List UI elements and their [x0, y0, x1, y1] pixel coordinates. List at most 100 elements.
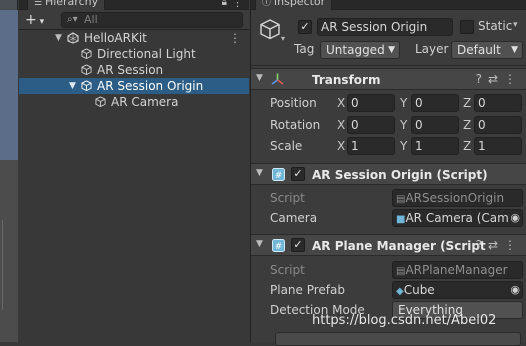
camera-object-field[interactable]: ■AR Camera (Cam ◉: [392, 209, 523, 227]
component-header-icons: ?⇄⋮: [476, 238, 522, 252]
help-icon[interactable]: ?: [476, 238, 488, 252]
svg-text:#: #: [275, 171, 283, 181]
hierarchy-tab-icon: ☰: [34, 0, 45, 8]
kebab-menu-icon[interactable]: ⋮: [232, 0, 243, 9]
x-axis-label: X: [337, 139, 346, 153]
tag-dropdown[interactable]: Untagged ▼: [320, 41, 400, 59]
z-axis-label: Z: [463, 96, 472, 110]
scale-label: Scale: [270, 139, 303, 153]
scale-y-field[interactable]: 1: [411, 137, 459, 155]
icon-picker-chevron-icon[interactable]: ▾: [281, 34, 285, 43]
script-component-icon: #: [272, 168, 285, 181]
search-icon: ⌕▾: [67, 14, 78, 25]
hierarchy-item-ar-camera[interactable]: AR Camera: [19, 94, 249, 110]
static-checkbox[interactable]: [460, 20, 474, 34]
tag-value: Untagged: [326, 43, 385, 57]
component-menu-icon[interactable]: ⋮: [504, 238, 522, 252]
position-label: Position: [270, 96, 317, 110]
origin-script-field: ▤ARSessionOrigin: [392, 189, 523, 207]
transform-axes-icon: [271, 73, 284, 85]
y-axis-label: Y: [400, 96, 408, 110]
scale-x-field[interactable]: 1: [347, 137, 395, 155]
ar-plane-manager-header[interactable]: ▼ # ✓ AR Plane Manager (Script ?⇄⋮: [251, 234, 526, 256]
add-component-button[interactable]: [275, 332, 521, 346]
script-label: Script: [270, 191, 305, 205]
object-picker-icon[interactable]: ◉: [510, 210, 520, 226]
preset-icon[interactable]: ⇄: [488, 72, 504, 86]
y-axis-label: Y: [400, 118, 408, 132]
hierarchy-tab-strip: ☰ Hierarchy 🔒︎ ⋮: [19, 0, 249, 11]
unity-scene-icon: [67, 32, 79, 44]
script-component-icon: #: [272, 239, 285, 252]
active-checkbox[interactable]: ✓: [298, 20, 312, 34]
help-icon[interactable]: ?: [476, 72, 488, 86]
ar-session-origin-header[interactable]: ▼ # ✓ AR Session Origin (Script): [251, 163, 526, 185]
hierarchy-item-label: AR Session Origin: [97, 79, 204, 93]
plane-prefab-value: Cube: [403, 283, 435, 297]
static-label: Static: [478, 19, 513, 33]
position-y-field[interactable]: 0: [411, 94, 459, 112]
x-axis-label: X: [337, 96, 346, 110]
ar-session-origin-title: AR Session Origin (Script): [312, 168, 488, 182]
component-enabled-checkbox[interactable]: ✓: [291, 238, 305, 252]
svg-text:#: #: [275, 242, 283, 252]
object-name-field[interactable]: AR Session Origin: [317, 18, 453, 36]
scale-z-field[interactable]: 1: [474, 137, 522, 155]
preset-icon[interactable]: ⇄: [488, 238, 504, 252]
gameobject-cube-icon: [81, 48, 92, 59]
chevron-down-icon: ▼: [511, 45, 518, 55]
create-dropdown-button[interactable]: + ▾: [25, 12, 47, 28]
hierarchy-panel: ☰ Hierarchy 🔒︎ ⋮ + ▾ ⌕▾ All ▼ HelloARKit…: [19, 0, 249, 342]
z-axis-label: Z: [463, 139, 472, 153]
gameobject-cube-icon: [81, 64, 92, 75]
transform-body: Position X 0 Y 0 Z 0 Rotation X 0 Y 0 Z …: [251, 93, 526, 155]
watermark-text: https://blog.csdn.net/Abel02: [312, 313, 497, 328]
y-axis-label: Y: [400, 139, 408, 153]
inspector-tab-strip: ⓘ Inspector: [251, 0, 526, 11]
position-z-field[interactable]: 0: [474, 94, 522, 112]
layer-label: Layer: [415, 42, 449, 56]
inspector-tab-icon: ⓘ: [262, 0, 274, 8]
component-enabled-checkbox[interactable]: ✓: [291, 167, 305, 181]
expand-arrow-icon[interactable]: ▼: [69, 78, 76, 94]
rotation-x-field[interactable]: 0: [347, 116, 395, 134]
transform-header[interactable]: ▼ Transform ?⇄⋮: [251, 68, 526, 90]
layer-value: Default: [457, 43, 501, 57]
object-picker-icon[interactable]: ◉: [510, 282, 520, 298]
rotation-y-field[interactable]: 0: [411, 116, 459, 134]
scene-name: HelloARKit: [84, 31, 147, 45]
hierarchy-toolbar: + ▾ ⌕▾ All: [19, 10, 249, 30]
layer-dropdown[interactable]: Default ▼: [451, 41, 523, 59]
gameobject-cube-icon: [81, 80, 92, 91]
foldout-arrow-icon[interactable]: ▼: [256, 168, 263, 178]
gameobject-large-cube-icon: [260, 19, 280, 40]
script-label: Script: [270, 263, 305, 277]
foldout-arrow-icon[interactable]: ▼: [256, 239, 263, 249]
scene-sky: [0, 10, 18, 160]
component-menu-icon[interactable]: ⋮: [504, 72, 522, 86]
hierarchy-item-label: Directional Light: [97, 47, 196, 61]
hierarchy-item-ar-session[interactable]: AR Session: [19, 62, 249, 78]
expand-arrow-icon[interactable]: ▼: [55, 30, 62, 46]
rotation-label: Rotation: [270, 118, 321, 132]
gameobject-cube-icon: [95, 96, 106, 107]
search-input[interactable]: ⌕▾ All: [61, 12, 243, 28]
plane-prefab-field[interactable]: ◆Cube ◉: [392, 281, 523, 299]
component-header-icons: ?⇄⋮: [476, 72, 522, 86]
ar-plane-manager-title: AR Plane Manager (Script: [312, 239, 486, 253]
hierarchy-item-ar-session-origin[interactable]: ▼ AR Session Origin: [19, 78, 249, 94]
hierarchy-item-directional-light[interactable]: Directional Light: [19, 46, 249, 62]
scene-root-row[interactable]: ▼ HelloARKit ⋮: [19, 30, 249, 46]
rotation-z-field[interactable]: 0: [474, 116, 522, 134]
search-placeholder: All: [84, 13, 98, 26]
position-x-field[interactable]: 0: [347, 94, 395, 112]
chevron-down-icon: ▼: [388, 45, 395, 55]
foldout-arrow-icon[interactable]: ▼: [256, 73, 263, 83]
tag-label: Tag: [294, 42, 315, 56]
inspector-object-header: ▾ ✓ AR Session Origin Static ▾ Tag Untag…: [251, 10, 526, 66]
scene-menu-icon[interactable]: ⋮: [229, 30, 241, 46]
static-dropdown-icon[interactable]: ▾: [513, 20, 518, 30]
hierarchy-item-label: AR Camera: [111, 95, 179, 109]
scene-grid-line: [2, 220, 3, 310]
lock-icon[interactable]: 🔒︎: [222, 0, 227, 8]
